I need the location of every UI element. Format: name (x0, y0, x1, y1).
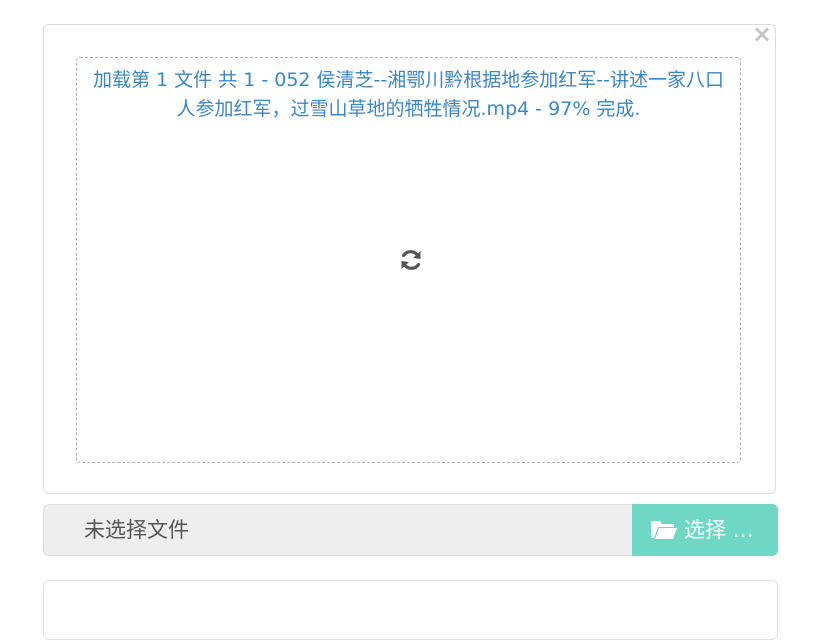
folder-open-icon (651, 521, 677, 539)
browse-button[interactable]: 选择 … (632, 504, 778, 556)
drop-zone[interactable]: 加载第 1 文件 共 1 - 052 侯清芝--湘鄂川黔根据地参加红军--讲述一… (76, 57, 741, 463)
file-input-group: 未选择文件 选择 … (43, 504, 778, 556)
upload-status-text: 加载第 1 文件 共 1 - 052 侯清芝--湘鄂川黔根据地参加红军--讲述一… (92, 69, 724, 120)
browse-button-label: 选择 … (684, 518, 754, 542)
file-caption: 未选择文件 (43, 504, 634, 556)
refresh-icon (401, 250, 421, 270)
bottom-panel (43, 580, 778, 640)
upload-preview-panel: × 加载第 1 文件 共 1 - 052 侯清芝--湘鄂川黔根据地参加红军--讲… (43, 22, 776, 494)
close-icon[interactable]: × (751, 22, 773, 46)
